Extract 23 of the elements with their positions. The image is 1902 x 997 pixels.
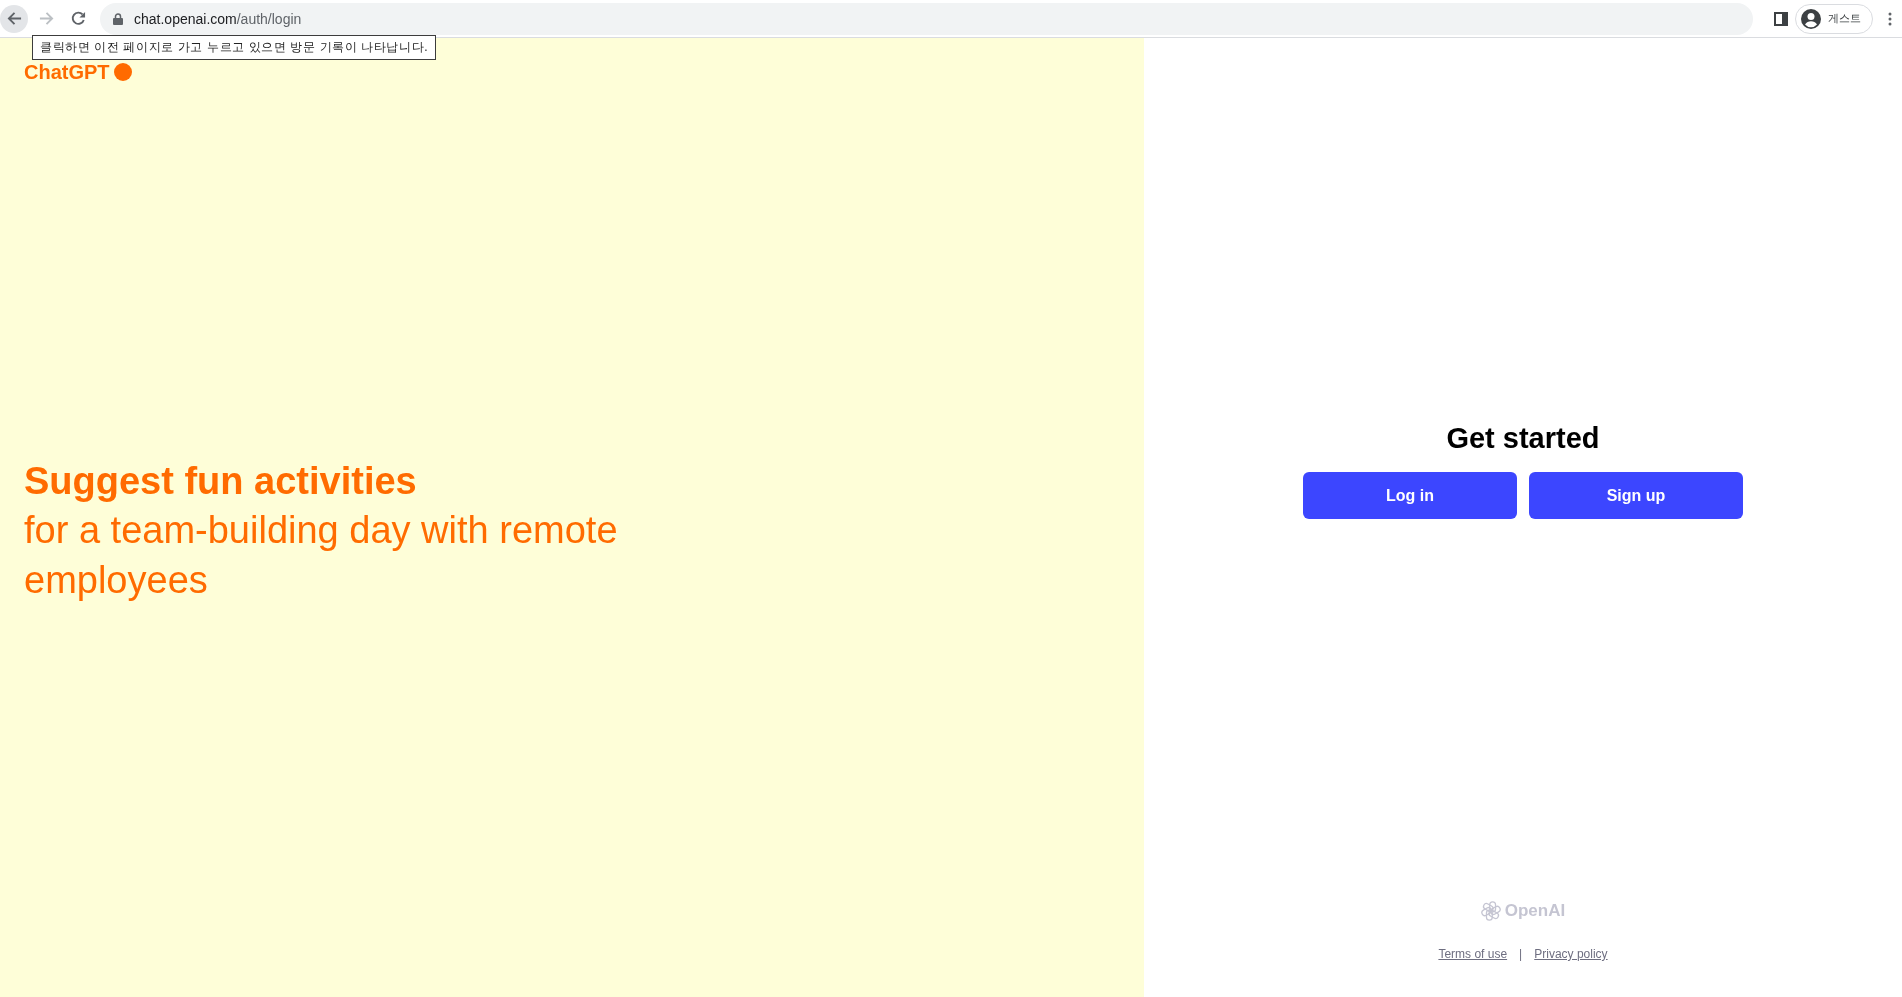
left-arrow-icon [6, 11, 22, 26]
address-bar[interactable]: chat.openai.com/auth/login [100, 2, 1753, 35]
brand-wordmark: OpenAI [1504, 901, 1566, 921]
privacy-link[interactable]: Privacy policy [1534, 947, 1608, 961]
avatar-icon [1801, 8, 1821, 29]
brand-name: ChatGPT [24, 60, 110, 84]
signup-button[interactable]: Sign up [1529, 472, 1743, 519]
terms-link[interactable]: Terms of use [1438, 947, 1508, 961]
menu-icon[interactable] [1888, 11, 1892, 26]
lock-icon [113, 12, 123, 25]
prompt-title: Suggest fun activities [24, 458, 417, 504]
back-button[interactable] [0, 4, 28, 33]
login-button[interactable]: Log in [1303, 472, 1517, 519]
right-arrow-icon [38, 11, 54, 26]
dot-icon [113, 63, 132, 81]
separator: | [1519, 947, 1523, 961]
heading: Get started [1446, 421, 1600, 456]
profile-button[interactable]: 게스트 [1795, 3, 1873, 34]
reload-icon [70, 11, 86, 26]
tooltip: 클릭하면 이전 페이지로 가고 누르고 있으면 방문 기록이 나타납니다. [32, 35, 437, 60]
prompt-text: for a team-building day with remote employees [24, 507, 619, 603]
flower-icon [1480, 901, 1501, 921]
side-panel-icon[interactable] [1774, 11, 1788, 26]
